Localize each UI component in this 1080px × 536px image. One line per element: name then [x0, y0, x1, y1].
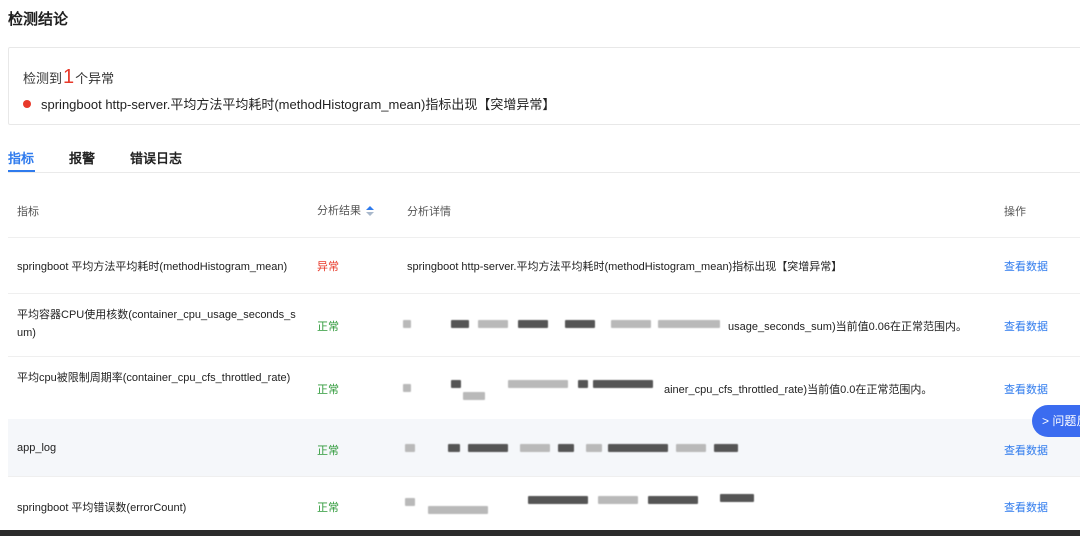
row-metric: app_log: [17, 442, 57, 454]
redacted-mark: [720, 494, 754, 502]
row-metric: 平均cpu被限制周期率(container_cpu_cfs_throttled_…: [17, 372, 291, 384]
tab-alerts[interactable]: 报警: [69, 148, 95, 167]
redacted-mark: [463, 392, 485, 400]
redacted-mark: [676, 444, 706, 452]
row-detail: springboot http-server.平均方法平均耗时(methodHi…: [407, 261, 843, 273]
table-row: 平均cpu被限制周期率(container_cpu_cfs_throttled_…: [8, 356, 1080, 420]
anomaly-count: 1: [63, 66, 75, 88]
tab-bar: 指标 报警 错误日志: [8, 140, 1080, 173]
redacted-mark: [518, 320, 548, 328]
header-result[interactable]: 分析结果: [317, 202, 374, 218]
redacted-mark: [451, 320, 469, 328]
table-row: 平均容器CPU使用核数(container_cpu_usage_seconds_…: [8, 293, 1080, 357]
anomaly-text: springboot http-server.平均方法平均耗时(methodHi…: [41, 97, 556, 112]
active-tab-indicator: [8, 170, 35, 172]
view-data-link[interactable]: 查看数据: [1004, 381, 1048, 397]
redacted-mark: [608, 444, 668, 452]
redacted-mark: [598, 496, 638, 504]
redacted-mark: [658, 320, 720, 328]
table-row: app_log 正常 查看数据: [8, 419, 1080, 477]
row-metric: 平均容器CPU使用核数(container_cpu_usage_seconds_…: [17, 309, 296, 339]
anomaly-item: springboot http-server.平均方法平均耗时(methodHi…: [23, 94, 555, 113]
view-data-link[interactable]: 查看数据: [1004, 258, 1048, 274]
error-dot-icon: [23, 99, 31, 108]
view-data-link[interactable]: 查看数据: [1004, 499, 1048, 515]
header-result-label: 分析结果: [317, 205, 361, 217]
redacted-mark: [468, 444, 508, 452]
redacted-mark: [508, 380, 568, 388]
redacted-mark: [448, 444, 460, 452]
view-data-link[interactable]: 查看数据: [1004, 442, 1048, 458]
tab-metrics[interactable]: 指标: [8, 148, 34, 167]
tab-error-logs[interactable]: 错误日志: [130, 148, 182, 167]
header-action: 操作: [1004, 206, 1026, 218]
redacted-mark: [611, 320, 651, 328]
redacted-mark: [405, 498, 415, 506]
feedback-button[interactable]: > 问题反: [1032, 405, 1080, 437]
redacted-mark: [478, 320, 508, 328]
redacted-mark: [403, 320, 411, 328]
redacted-mark: [451, 380, 461, 388]
redacted-mark: [586, 444, 602, 452]
table-row: springboot 平均方法平均耗时(methodHistogram_mean…: [8, 237, 1080, 294]
redacted-mark: [565, 320, 595, 328]
row-metric: springboot 平均方法平均耗时(methodHistogram_mean…: [17, 261, 288, 273]
row-metric: springboot 平均错误数(errorCount): [17, 502, 187, 514]
table-row: springboot 平均错误数(errorCount) 正常 查看数据: [8, 476, 1080, 532]
header-detail: 分析详情: [407, 206, 451, 218]
redacted-mark: [714, 444, 738, 452]
detect-suffix: 个异常: [75, 71, 115, 86]
redacted-mark: [520, 444, 550, 452]
detect-count-line: 检测到1个异常: [23, 66, 114, 89]
view-data-link[interactable]: 查看数据: [1004, 318, 1048, 334]
redacted-mark: [648, 496, 698, 504]
redacted-mark: [428, 506, 488, 514]
table-header: 指标 分析结果 分析详情 操作: [8, 181, 1080, 238]
row-result: 正常: [317, 445, 339, 457]
redacted-mark: [405, 444, 415, 452]
page-title: 检测结论: [8, 11, 69, 28]
redacted-mark: [558, 444, 574, 452]
redacted-mark: [593, 380, 653, 388]
summary-panel: 检测到1个异常 springboot http-server.平均方法平均耗时(…: [8, 47, 1080, 125]
redacted-mark: [403, 384, 411, 392]
row-result: 正常: [317, 502, 339, 514]
row-result: 异常: [317, 261, 339, 273]
detect-prefix: 检测到: [23, 71, 63, 86]
redacted-mark: [578, 380, 588, 388]
row-result: 正常: [317, 384, 339, 396]
row-detail: usage_seconds_sum)当前值0.06在正常范围内。: [728, 321, 968, 333]
sort-icon[interactable]: [366, 206, 374, 217]
row-detail: ainer_cpu_cfs_throttled_rate)当前值0.0在正常范围…: [664, 384, 933, 396]
redacted-mark: [528, 496, 588, 504]
bottom-strip: [0, 530, 1080, 536]
header-metric: 指标: [17, 206, 39, 218]
row-result: 正常: [317, 321, 339, 333]
